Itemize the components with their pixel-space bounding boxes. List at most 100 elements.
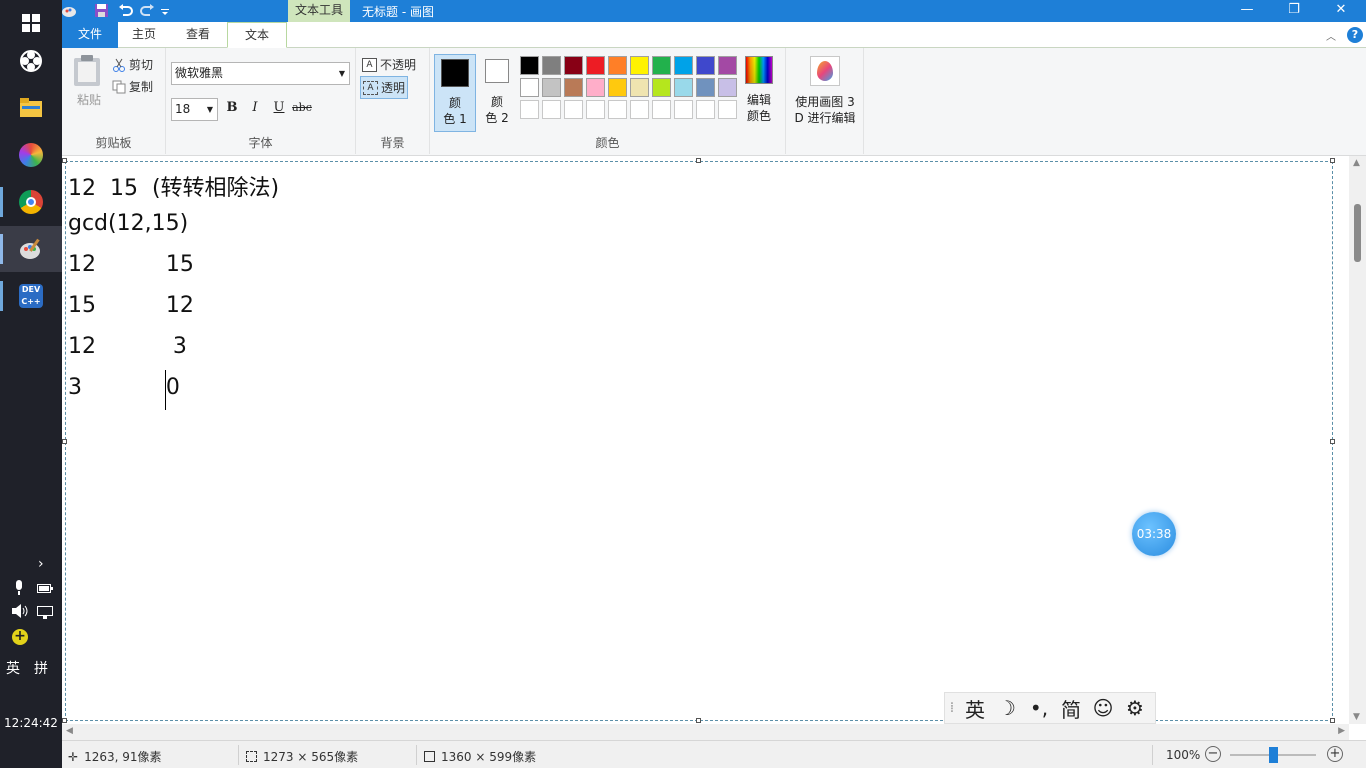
palette-color-swatch[interactable] (564, 56, 583, 75)
palette-color-swatch[interactable] (520, 56, 539, 75)
zoom-out-button[interactable]: − (1205, 746, 1221, 762)
tab-file[interactable]: 文件 (62, 22, 118, 48)
cut-button[interactable]: 剪切 (112, 56, 153, 73)
taskbar-devcpp[interactable]: DEV C++ (0, 273, 62, 319)
palette-color-swatch[interactable] (520, 78, 539, 97)
italic-button[interactable]: I (245, 100, 265, 115)
zoom-in-button[interactable]: + (1327, 746, 1343, 762)
collapse-ribbon-icon[interactable]: ︿ (1326, 28, 1336, 43)
palette-color-swatch[interactable] (718, 100, 737, 119)
palette-color-swatch[interactable] (696, 56, 715, 75)
palette-color-swatch[interactable] (586, 78, 605, 97)
tab-home[interactable]: 主页 (118, 22, 170, 48)
ime-simplified-toggle[interactable]: 简 (1055, 694, 1087, 723)
edit-colors-button[interactable]: 编辑 颜色 (738, 54, 780, 124)
canvas-text-line[interactable]: 12 3 (68, 334, 187, 359)
palette-color-swatch[interactable] (718, 78, 737, 97)
scroll-down-icon[interactable]: ▼ (1353, 712, 1360, 722)
palette-color-swatch[interactable] (630, 100, 649, 119)
zoom-slider-thumb[interactable] (1269, 747, 1278, 763)
palette-color-swatch[interactable] (696, 78, 715, 97)
save-icon[interactable] (94, 3, 109, 18)
palette-color-swatch[interactable] (564, 78, 583, 97)
paste-button[interactable]: 粘贴 (72, 54, 106, 107)
customize-quick-access-icon[interactable] (160, 3, 170, 18)
scroll-right-icon[interactable]: ▶ (1338, 726, 1345, 736)
underline-button[interactable]: U (269, 100, 289, 115)
canvas-text-line[interactable]: 12 15 (转转相除法) (68, 170, 279, 202)
taskbar-app-colorful[interactable] (0, 132, 62, 178)
palette-color-swatch[interactable] (696, 100, 715, 119)
canvas-area[interactable]: 12 15 (转转相除法) gcd(12,15) 12 15 15 12 12 … (62, 156, 1349, 740)
copy-button[interactable]: 复制 (112, 78, 153, 95)
palette-color-swatch[interactable] (652, 56, 671, 75)
scroll-left-icon[interactable]: ◀ (66, 726, 73, 736)
transparent-button[interactable]: A 透明 (360, 76, 409, 99)
palette-color-swatch[interactable] (586, 56, 605, 75)
vertical-scroll-thumb[interactable] (1354, 204, 1361, 262)
palette-color-swatch[interactable] (520, 100, 539, 119)
palette-color-swatch[interactable] (608, 100, 627, 119)
floating-timer[interactable]: 03:38 (1132, 512, 1176, 556)
font-family-select[interactable]: 微软雅黑 ▼ (171, 62, 350, 85)
moon-icon[interactable]: ☽ (991, 696, 1023, 720)
taskbar-chrome[interactable] (0, 179, 62, 225)
palette-color-swatch[interactable] (542, 100, 561, 119)
tab-view[interactable]: 查看 (170, 22, 226, 48)
palette-color-swatch[interactable] (652, 100, 671, 119)
font-size-select[interactable]: 18 ▼ (171, 98, 218, 121)
ime-language-indicator[interactable]: 英 (6, 658, 20, 678)
resize-handle[interactable] (62, 718, 67, 723)
color1-button[interactable]: 颜 色 1 (434, 54, 476, 132)
palette-color-swatch[interactable] (586, 100, 605, 119)
punctuation-icon[interactable]: •, (1023, 696, 1055, 720)
color2-button[interactable]: 颜 色 2 (480, 54, 514, 132)
redo-icon[interactable] (140, 3, 155, 18)
chevron-right-icon[interactable]: › (38, 556, 44, 572)
palette-color-swatch[interactable] (608, 56, 627, 75)
taskbar-file-explorer[interactable] (0, 85, 62, 131)
minimize-button[interactable]: — (1224, 0, 1270, 22)
battery-icon[interactable] (37, 582, 53, 598)
emoji-icon[interactable]: ☺ (1087, 696, 1119, 720)
resize-handle[interactable] (1330, 158, 1335, 163)
tab-text[interactable]: 文本 (227, 22, 287, 48)
palette-color-swatch[interactable] (630, 78, 649, 97)
resize-handle[interactable] (62, 158, 67, 163)
opaque-button[interactable]: A 不透明 (362, 56, 416, 73)
taskbar-paint[interactable] (0, 226, 62, 272)
scroll-up-icon[interactable]: ▲ (1353, 158, 1360, 168)
bold-button[interactable]: B (222, 100, 242, 115)
canvas-text-line[interactable]: 3 0 (68, 375, 180, 400)
ime-mode-indicator[interactable]: 拼 (34, 658, 48, 678)
resize-handle[interactable] (62, 439, 67, 444)
resize-handle[interactable] (696, 158, 701, 163)
resize-handle[interactable] (696, 718, 701, 723)
palette-color-swatch[interactable] (674, 100, 693, 119)
strikethrough-button[interactable]: abc (292, 101, 312, 114)
microphone-icon[interactable] (14, 580, 24, 600)
palette-color-swatch[interactable] (652, 78, 671, 97)
close-button[interactable]: ✕ (1318, 0, 1364, 22)
ime-language-toggle[interactable]: 英 (959, 694, 991, 723)
add-icon[interactable]: + (12, 629, 28, 645)
restore-button[interactable]: ❐ (1271, 0, 1317, 22)
volume-icon[interactable] (12, 604, 30, 622)
palette-color-swatch[interactable] (674, 56, 693, 75)
horizontal-scrollbar[interactable]: ◀ ▶ (62, 724, 1349, 740)
resize-handle[interactable] (1330, 718, 1335, 723)
resize-handle[interactable] (1330, 439, 1335, 444)
palette-color-swatch[interactable] (630, 56, 649, 75)
palette-color-swatch[interactable] (718, 56, 737, 75)
help-icon[interactable]: ? (1347, 27, 1363, 43)
paint3d-button[interactable]: 使用画图 3 D 进行编辑 (790, 54, 860, 126)
text-box-selection[interactable] (65, 161, 1333, 721)
palette-color-swatch[interactable] (674, 78, 693, 97)
palette-color-swatch[interactable] (542, 78, 561, 97)
taskbar-clock[interactable]: 12:24:42 (0, 716, 62, 730)
vertical-scrollbar[interactable]: ▲ ▼ (1349, 156, 1366, 724)
settings-icon[interactable]: ⚙ (1119, 696, 1151, 720)
palette-color-swatch[interactable] (564, 100, 583, 119)
taskbar-app-1[interactable] (0, 38, 62, 84)
network-icon[interactable] (37, 606, 53, 623)
